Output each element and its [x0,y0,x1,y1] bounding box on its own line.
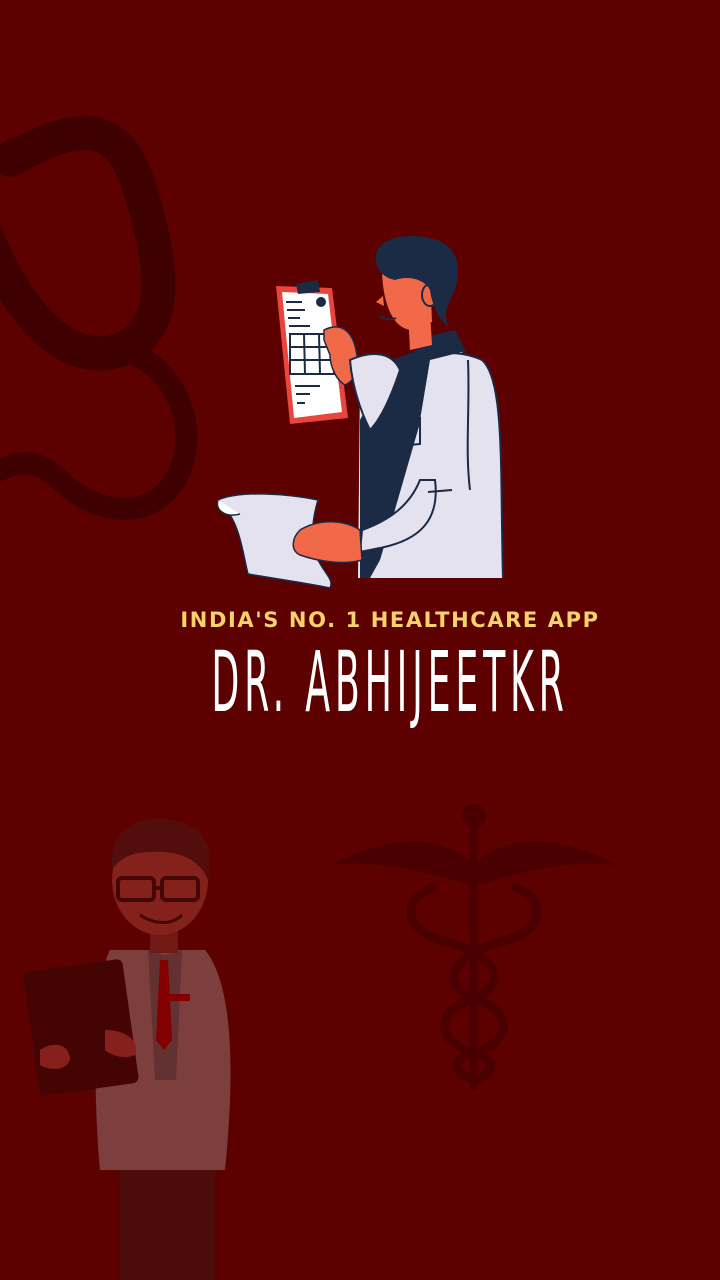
splash-screen: INDIA'S NO. 1 HEALTHCARE APP DR. ABHIJEE… [0,0,720,1280]
tagline: INDIA'S NO. 1 HEALTHCARE APP [180,608,600,632]
brand-name: DR. ABHIJEETKR [211,633,569,731]
